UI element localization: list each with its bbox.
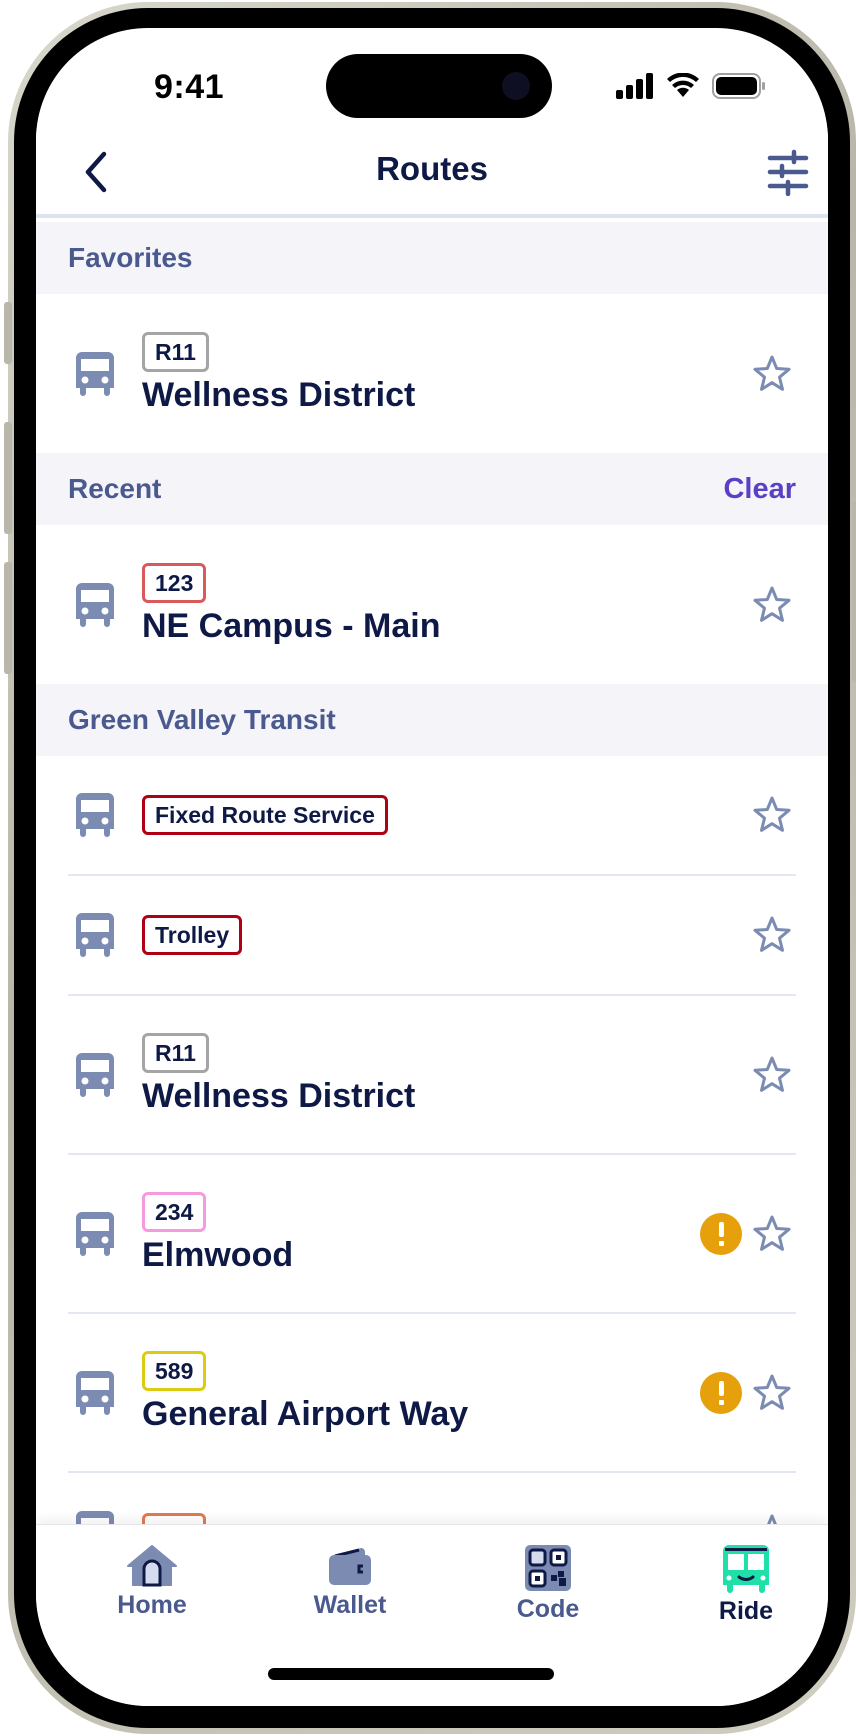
route-row[interactable]: 234 Elmwood bbox=[68, 1155, 796, 1314]
bus-icon bbox=[76, 1370, 114, 1415]
route-row[interactable]: 123 NE Campus - Main bbox=[68, 525, 796, 684]
tab-ride[interactable]: Ride bbox=[686, 1545, 806, 1626]
status-time: 9:41 bbox=[154, 68, 225, 106]
route-name: Wellness District bbox=[142, 376, 416, 414]
route-row[interactable]: R11 Wellness District bbox=[68, 996, 796, 1155]
route-row[interactable]: R11 Wellness District bbox=[68, 294, 796, 453]
route-name: Wellness District bbox=[142, 1077, 416, 1115]
section-title: Recent bbox=[68, 473, 162, 504]
star-icon[interactable] bbox=[752, 1373, 792, 1413]
sliders-icon bbox=[767, 149, 809, 197]
tab-label: Ride bbox=[718, 1597, 774, 1625]
tab-label: Code bbox=[516, 1595, 580, 1623]
filter-button[interactable] bbox=[764, 148, 812, 197]
tab-label: Home bbox=[117, 1591, 187, 1619]
route-badge: R11 bbox=[142, 1033, 209, 1073]
star-icon[interactable] bbox=[752, 795, 792, 835]
section-header-favorites: Favorites bbox=[36, 222, 828, 294]
section-header-recent: Recent Clear bbox=[36, 453, 828, 525]
route-row[interactable]: Trolley bbox=[68, 876, 796, 996]
home-icon bbox=[127, 1545, 177, 1587]
route-badge: R11 bbox=[142, 332, 209, 372]
route-badge: 741 bbox=[142, 1513, 207, 1524]
bus-icon bbox=[76, 793, 114, 837]
page-title: Routes bbox=[376, 150, 488, 187]
screen: 9:41 Routes Favorites R11 Wellness Distr… bbox=[36, 28, 828, 1706]
section-title: Green Valley Transit bbox=[68, 704, 336, 735]
nav-bar: Routes bbox=[36, 128, 828, 218]
tab-code[interactable]: Code bbox=[488, 1545, 608, 1624]
bus-icon bbox=[76, 1511, 114, 1524]
route-row[interactable]: 741 bbox=[68, 1473, 796, 1524]
bus-icon bbox=[76, 1052, 114, 1097]
bus-icon bbox=[76, 1211, 114, 1256]
tab-bar: Home Wallet Code Ride bbox=[36, 1524, 828, 1706]
star-icon[interactable] bbox=[752, 1214, 792, 1254]
star-icon[interactable] bbox=[752, 1513, 792, 1524]
bus-icon bbox=[76, 582, 114, 627]
bus-icon bbox=[76, 913, 114, 957]
status-bar: 9:41 bbox=[36, 28, 828, 128]
route-badge: 234 bbox=[142, 1192, 207, 1232]
signal-icon bbox=[616, 73, 653, 99]
route-badge: 589 bbox=[142, 1351, 207, 1391]
star-icon[interactable] bbox=[752, 354, 792, 394]
home-indicator[interactable] bbox=[268, 1668, 554, 1680]
route-badge: Fixed Route Service bbox=[142, 795, 388, 835]
tab-label: Wallet bbox=[313, 1591, 387, 1619]
star-icon[interactable] bbox=[752, 915, 792, 955]
route-name: NE Campus - Main bbox=[142, 607, 441, 645]
star-icon[interactable] bbox=[752, 585, 792, 625]
route-badge: 123 bbox=[142, 563, 207, 603]
phone-frame: 9:41 Routes Favorites R11 Wellness Distr… bbox=[4, 2, 856, 1734]
section-header-agency: Green Valley Transit bbox=[36, 684, 828, 756]
agency-routes: Fixed Route Service Trolley R11 Wellness Di… bbox=[36, 756, 828, 1524]
volume-up-button bbox=[4, 422, 12, 534]
route-row[interactable]: 589 General Airport Way bbox=[68, 1314, 796, 1473]
dynamic-island bbox=[326, 54, 552, 118]
camera-icon bbox=[502, 72, 530, 100]
wallet-icon bbox=[329, 1548, 371, 1585]
wifi-icon bbox=[667, 73, 699, 97]
clear-recent-button[interactable]: Clear bbox=[723, 473, 796, 506]
tab-home[interactable]: Home bbox=[92, 1545, 212, 1620]
route-name: General Airport Way bbox=[142, 1395, 469, 1433]
volume-down-button bbox=[4, 562, 12, 674]
alert-icon[interactable] bbox=[700, 1212, 742, 1255]
qr-code-icon bbox=[525, 1545, 571, 1591]
power-button bbox=[852, 502, 856, 682]
route-name: Elmwood bbox=[142, 1236, 294, 1274]
route-row[interactable]: Fixed Route Service bbox=[68, 756, 796, 876]
battery-icon bbox=[712, 73, 765, 99]
mute-switch bbox=[4, 302, 12, 364]
routes-list[interactable]: Favorites R11 Wellness District Recent C… bbox=[36, 222, 828, 1524]
bus-front-icon bbox=[723, 1545, 769, 1593]
tab-wallet[interactable]: Wallet bbox=[290, 1545, 410, 1620]
bus-icon bbox=[76, 351, 114, 396]
star-icon[interactable] bbox=[752, 1055, 792, 1095]
route-badge: Trolley bbox=[142, 915, 243, 955]
section-title: Favorites bbox=[68, 242, 193, 273]
alert-icon[interactable] bbox=[700, 1371, 742, 1414]
